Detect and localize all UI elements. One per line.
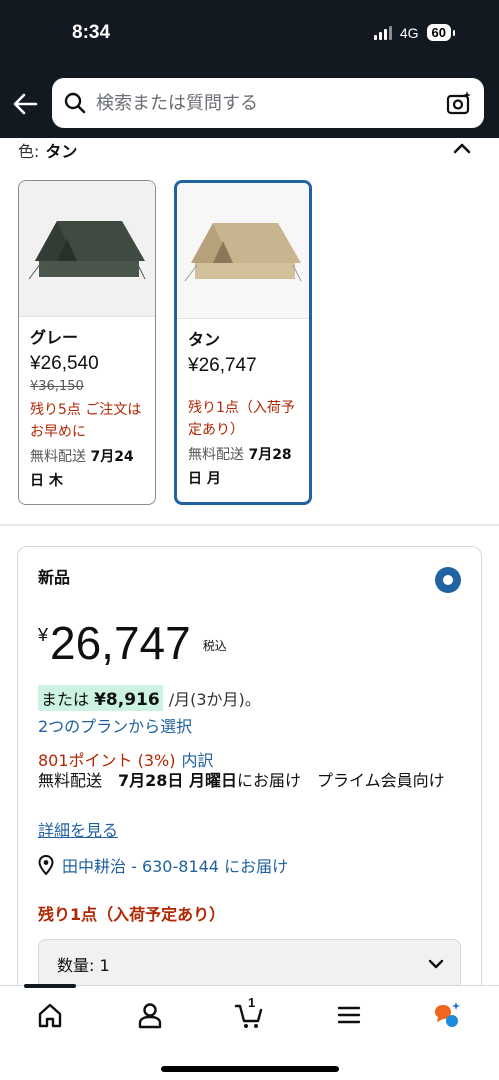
chevron-up-icon[interactable] [452,141,472,155]
condition-label: 新品 [38,568,71,587]
active-tab-indicator [24,984,76,988]
installment-amount: ¥8,916 [94,690,160,710]
installment-suffix: /月(3か月)。 [168,690,261,709]
tent-image-tan [184,222,302,281]
variant-image [19,181,155,317]
details-link[interactable]: 詳細を見る [38,817,118,841]
points-breakdown-link[interactable]: 内訳 [182,751,214,770]
color-label: 色: [18,142,40,161]
camera-search-icon[interactable] [446,90,472,116]
points-value: 801ポイント (3%) [38,751,176,770]
price-value: 26,747 [50,617,191,669]
bottom-navigation: 1 [0,984,499,1080]
variant-name: グレー [30,328,79,347]
color-selector-header: 色: タン [18,138,480,166]
variant-card-grey[interactable]: グレー ¥26,540 ¥36,150 残り5点 ご注文はお早めに 無料配送 7… [18,180,156,505]
tax-note: 税込 [202,639,227,653]
condition-radio[interactable] [435,567,461,593]
status-right: 4G 60 [373,24,455,41]
top-bar: 8:34 4G 60 [0,0,499,138]
ai-assistant-icon[interactable] [432,1000,462,1030]
installment-info: または ¥8,916 /月(3か月)。 [38,685,261,711]
points-info: 801ポイント (3%) 内訳 [38,747,214,771]
delivery-info: 無料配送 7月28日 月曜日にお届け プライム会員向け [38,769,468,793]
variant-stock-note: 残り1点（入荷予定あり） [188,400,295,438]
installment-prefix: または [41,690,95,709]
tent-image-grey [28,220,146,279]
network-type: 4G [399,24,419,41]
shipping-prefix: 無料配送 [188,447,249,463]
stock-status: 残り1点（入荷予定あり） [38,905,226,924]
search-input[interactable] [96,92,426,114]
home-indicator [161,1066,339,1072]
shipping-prefix: 無料配送 [30,449,91,465]
variant-shipping: 無料配送 7月28日 月 [188,443,298,491]
signal-icon [373,25,392,40]
address-text: 田中耕治 - 630-8144 にお届け [62,857,289,876]
location-pin-icon [38,855,54,875]
quantity-label: 数量: 1 [57,956,110,975]
variant-price: ¥26,540 [30,353,99,374]
battery-icon: 60 [426,24,451,41]
chevron-down-icon [428,959,444,969]
variant-price: ¥26,747 [188,355,257,376]
account-icon[interactable] [135,1000,165,1030]
variant-image [177,183,309,319]
back-arrow-icon[interactable] [12,91,38,117]
buy-box-new[interactable]: 新品 ¥ 26,747 税込 または ¥8,916 /月(3か月)。 2つのプラ… [17,546,482,1006]
search-bar[interactable] [52,78,484,128]
variant-name: タン [188,330,221,349]
quantity-dropdown[interactable]: 数量: 1 [38,939,461,989]
status-time: 8:34 [72,22,111,43]
battery-tip [453,29,455,36]
variant-card-tan[interactable]: タン ¥26,747 残り1点（入荷予定あり） 無料配送 7月28日 月 [174,180,312,505]
variant-original-price: ¥36,150 [30,379,84,394]
main-price: ¥ 26,747 税込 [38,615,227,671]
installment-highlight: または ¥8,916 [38,685,163,711]
cart-count: 1 [248,995,256,1010]
delivery-date: 7月28日 月曜日 [118,771,237,790]
currency-symbol: ¥ [38,625,49,645]
home-icon[interactable] [35,1000,65,1030]
delivery-address[interactable]: 田中耕治 - 630-8144 にお届け [38,853,288,877]
variant-shipping: 無料配送 7月24日 木 [30,445,144,493]
menu-icon[interactable] [334,1000,364,1030]
delivery-suffix: にお届け プライム会員向け [237,771,445,790]
section-divider [0,524,499,526]
selected-color: タン [45,142,78,161]
plan-select-link[interactable]: 2つのプランから選択 [38,713,192,737]
search-icon [64,92,86,114]
delivery-prefix: 無料配送 [38,771,119,790]
variant-stock-note: 残り5点 ご注文はお早めに [30,402,142,440]
